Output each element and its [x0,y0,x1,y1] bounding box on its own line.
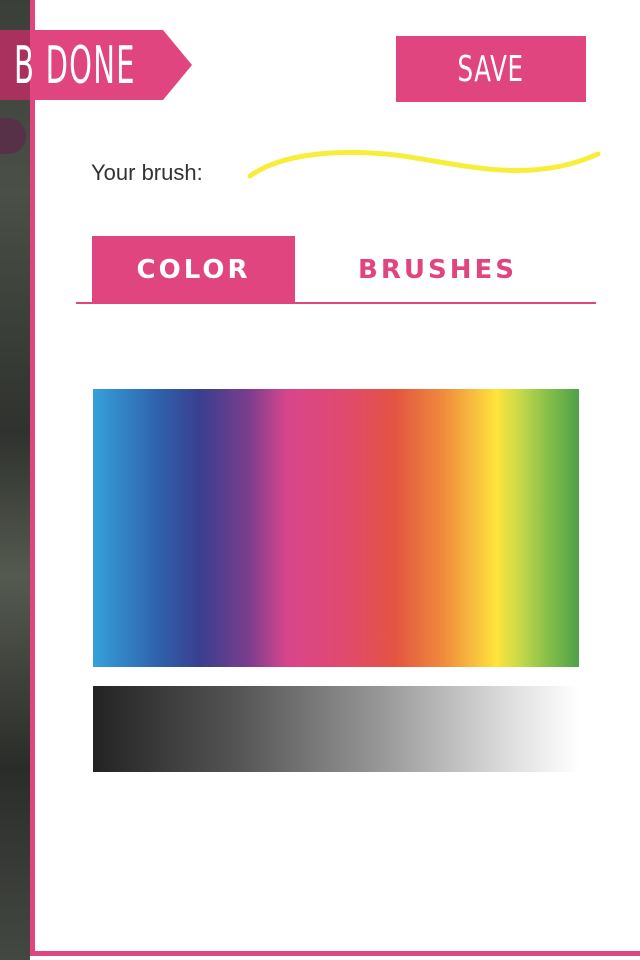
tab-brushes-label: BRUSHES [358,254,517,285]
tab-color-label: COLOR [136,254,251,285]
tab-brushes[interactable]: BRUSHES [330,236,545,303]
save-button[interactable]: SAVE [396,36,586,102]
color-spectrum-picker[interactable] [93,389,579,667]
brush-label: Your brush: [91,160,203,185]
tabs-underline [76,302,596,304]
done-label[interactable]: B DONE [14,31,136,101]
tab-color[interactable]: COLOR [92,236,295,303]
grayscale-picker[interactable] [93,686,579,772]
brush-preview-stroke [247,149,601,179]
save-label: SAVE [457,48,525,90]
